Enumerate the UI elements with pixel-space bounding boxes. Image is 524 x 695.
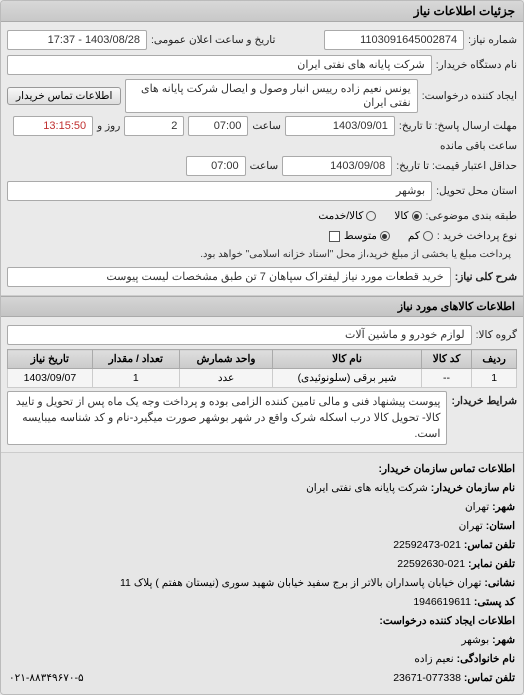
conditions-field: پیوست پیشنهاد فنی و مالی تامین کننده الز… xyxy=(7,391,447,445)
contact-buyer-button[interactable]: اطلاعات تماس خریدار xyxy=(7,87,121,105)
day-label: روز و xyxy=(97,120,120,132)
items-section-title: اطلاعات کالاهای مورد نیاز xyxy=(1,296,523,317)
address-value: تهران خیابان پاسداران بالاتر از برج سفید… xyxy=(120,577,481,589)
radio-khadamat-label: کالا/خدمت xyxy=(318,210,363,222)
city-value: تهران xyxy=(465,501,489,513)
payment-note: پرداخت مبلغ یا بخشی از مبلغ خرید،از محل … xyxy=(194,246,517,263)
classify-label: طبقه بندی موضوعی: xyxy=(426,210,517,222)
radio-low[interactable]: کم xyxy=(408,230,433,242)
col-unit: واحد شمارش xyxy=(179,350,272,369)
col-row: ردیف xyxy=(472,350,517,369)
treasury-checkbox[interactable] xyxy=(329,231,340,242)
purchase-type-group: کم متوسط xyxy=(344,230,433,242)
radio-dot-icon xyxy=(423,231,433,241)
creator-contact-title: اطلاعات ایجاد کننده درخواست: xyxy=(379,615,515,627)
creator-city-label: شهر: xyxy=(492,634,515,646)
valid-until-label: حداقل اعتبار قیمت: تا تاریخ: xyxy=(396,160,517,172)
page-title: جزئیات اطلاعات نیاز xyxy=(1,1,523,22)
radio-med-label: متوسط xyxy=(344,230,377,242)
announce-date-label: تاریخ و ساعت اعلان عمومی: xyxy=(151,34,275,46)
family-label: نام خانوادگی: xyxy=(457,653,515,665)
org-value: شرکت پایانه های نفتی ایران xyxy=(306,482,428,494)
radio-dot-icon xyxy=(366,211,376,221)
postal-label: کد پستی: xyxy=(474,596,515,608)
cell-name: شیر برقی (سلونوئیدی) xyxy=(273,369,422,388)
org-label: نام سازمان خریدار: xyxy=(431,482,515,494)
city-label: شهر: xyxy=(492,501,515,513)
table-row: 1 -- شیر برقی (سلونوئیدی) عدد 1 1403/09/… xyxy=(8,369,517,388)
valid-time-field: 07:00 xyxy=(186,156,246,176)
time-left-field: 13:15:50 xyxy=(13,116,93,136)
fax-value: 021-22592630 xyxy=(397,558,465,570)
deadline-date-field: 1403/09/01 xyxy=(285,116,395,136)
at-label-1: ساعت xyxy=(252,120,281,132)
prov-label: استان: xyxy=(486,520,515,532)
radio-kala-label: کالا xyxy=(394,210,408,222)
buyer-device-field: شرکت پایانه های نفتی ایران xyxy=(7,55,432,75)
fax-label: تلفن نمابر: xyxy=(468,558,515,570)
postal-value: 1946619611 xyxy=(413,596,471,608)
classify-radio-group: کالا کالا/خدمت xyxy=(318,210,421,222)
cell-qty: 1 xyxy=(92,369,179,388)
days-left-field: 2 xyxy=(124,116,184,136)
cell-date: 1403/09/07 xyxy=(8,369,93,388)
creator-phone-value: 077338-23671 xyxy=(393,672,461,684)
request-no-label: شماره نیاز: xyxy=(468,34,517,46)
radio-low-label: کم xyxy=(408,230,420,242)
group-field: لوازم خودرو و ماشین آلات xyxy=(7,325,472,345)
remain-label: ساعت باقی مانده xyxy=(440,140,517,152)
cell-code: -- xyxy=(421,369,471,388)
phone-label: تلفن تماس: xyxy=(464,539,515,551)
purchase-type-label: نوع پرداخت خرید : xyxy=(437,230,517,242)
radio-khadamat[interactable]: کالا/خدمت xyxy=(318,210,376,222)
corner-phone: ۰۲۱-۸۸۳۴۹۶۷۰-۵ xyxy=(9,669,84,687)
items-table: ردیف کد کالا نام کالا واحد شمارش تعداد /… xyxy=(7,349,517,388)
cell-unit: عدد xyxy=(179,369,272,388)
delivery-place-label: استان محل تحویل: xyxy=(436,185,517,197)
deadline-time-field: 07:00 xyxy=(188,116,248,136)
conditions-label: شرایط خریدار: xyxy=(451,391,517,407)
at-label-2: ساعت xyxy=(250,160,279,172)
radio-dot-icon xyxy=(380,231,390,241)
address-label: نشانی: xyxy=(484,577,515,589)
creator-phone-label: تلفن تماس: xyxy=(464,672,515,684)
desc-title-label: شرح کلی نیاز: xyxy=(455,271,517,283)
delivery-place-field: بوشهر xyxy=(7,181,432,201)
creator-field: یونس نعیم زاده رییس انبار وصول و ایصال ش… xyxy=(125,79,417,113)
phone-value: 021-22592473 xyxy=(393,539,461,551)
creator-city-value: بوشهر xyxy=(461,634,489,646)
col-code: کد کالا xyxy=(421,350,471,369)
prov-value: تهران xyxy=(459,520,483,532)
col-date: تاریخ نیاز xyxy=(8,350,93,369)
valid-date-field: 1403/09/08 xyxy=(282,156,392,176)
col-qty: تعداد / مقدار xyxy=(92,350,179,369)
contact-title: اطلاعات تماس سازمان خریدار: xyxy=(379,463,515,475)
cell-row: 1 xyxy=(472,369,517,388)
family-value: نعیم زاده xyxy=(414,653,453,665)
announce-date-field: 1403/08/28 - 17:37 xyxy=(7,30,147,50)
request-no-field: 1103091645002874 xyxy=(324,30,464,50)
desc-title-field: خرید قطعات مورد نیاز لیفتراک سپاهان 7 تن… xyxy=(7,267,451,287)
col-name: نام کالا xyxy=(273,350,422,369)
creator-label: ایجاد کننده درخواست: xyxy=(422,90,517,102)
buyer-device-label: نام دستگاه خریدار: xyxy=(436,59,517,71)
radio-dot-icon xyxy=(412,211,422,221)
radio-kala[interactable]: کالا xyxy=(394,210,421,222)
group-label: گروه کالا: xyxy=(476,329,517,341)
deadline-label: مهلت ارسال پاسخ: تا تاریخ: xyxy=(399,120,517,132)
radio-med[interactable]: متوسط xyxy=(344,230,390,242)
